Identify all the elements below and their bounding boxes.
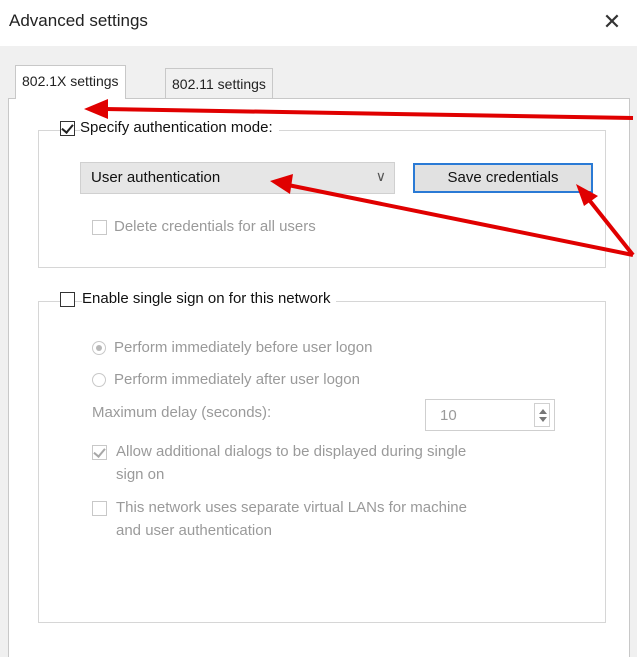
tab-80211-settings[interactable]: 802.11 settings (165, 68, 273, 99)
max-delay-label: Maximum delay (seconds): (92, 404, 272, 421)
close-icon[interactable]: ✕ (596, 6, 628, 38)
checkmark-icon (61, 121, 74, 134)
perform-before-radio[interactable] (92, 341, 106, 355)
perform-after-label: Perform immediately after user logon (114, 371, 360, 388)
enable-sso-label: Enable single sign on for this network (82, 290, 337, 307)
perform-after-radio[interactable] (92, 373, 106, 387)
max-delay-value: 10 (440, 407, 457, 424)
delete-credentials-checkbox[interactable] (92, 220, 107, 235)
separate-vlans-checkbox[interactable] (92, 501, 107, 516)
checkmark-icon (93, 445, 106, 458)
save-credentials-button[interactable]: Save credentials (413, 163, 593, 193)
allow-dialogs-checkbox[interactable] (92, 445, 107, 460)
title-bar: Advanced settings ✕ (0, 0, 637, 46)
perform-before-label: Perform immediately before user logon (114, 339, 373, 356)
max-delay-spinner[interactable]: 10 (425, 399, 555, 431)
radio-dot-icon (96, 345, 102, 351)
separate-vlans-label-line2: and user authentication (116, 522, 272, 539)
window-title: Advanced settings (9, 11, 148, 30)
specify-auth-mode-checkbox[interactable] (60, 121, 75, 136)
spinner-up-icon[interactable] (539, 409, 547, 414)
spinner-down-icon[interactable] (539, 417, 547, 422)
chevron-down-icon: ∨ (375, 168, 386, 184)
delete-credentials-label: Delete credentials for all users (114, 218, 316, 235)
specify-auth-mode-label: Specify authentication mode: (80, 119, 279, 136)
spinner-buttons[interactable] (534, 403, 550, 427)
allow-dialogs-label-line1: Allow additional dialogs to be displayed… (116, 443, 467, 460)
auth-mode-group (38, 130, 606, 268)
separate-vlans-label-line1: This network uses separate virtual LANs … (116, 499, 467, 516)
allow-dialogs-label-line2: sign on (116, 466, 165, 483)
auth-mode-value: User authentication (91, 169, 221, 186)
auth-mode-select[interactable]: User authentication ∨ (80, 162, 395, 194)
enable-sso-checkbox[interactable] (60, 292, 75, 307)
tab-8021x-settings[interactable]: 802.1X settings (15, 65, 126, 99)
